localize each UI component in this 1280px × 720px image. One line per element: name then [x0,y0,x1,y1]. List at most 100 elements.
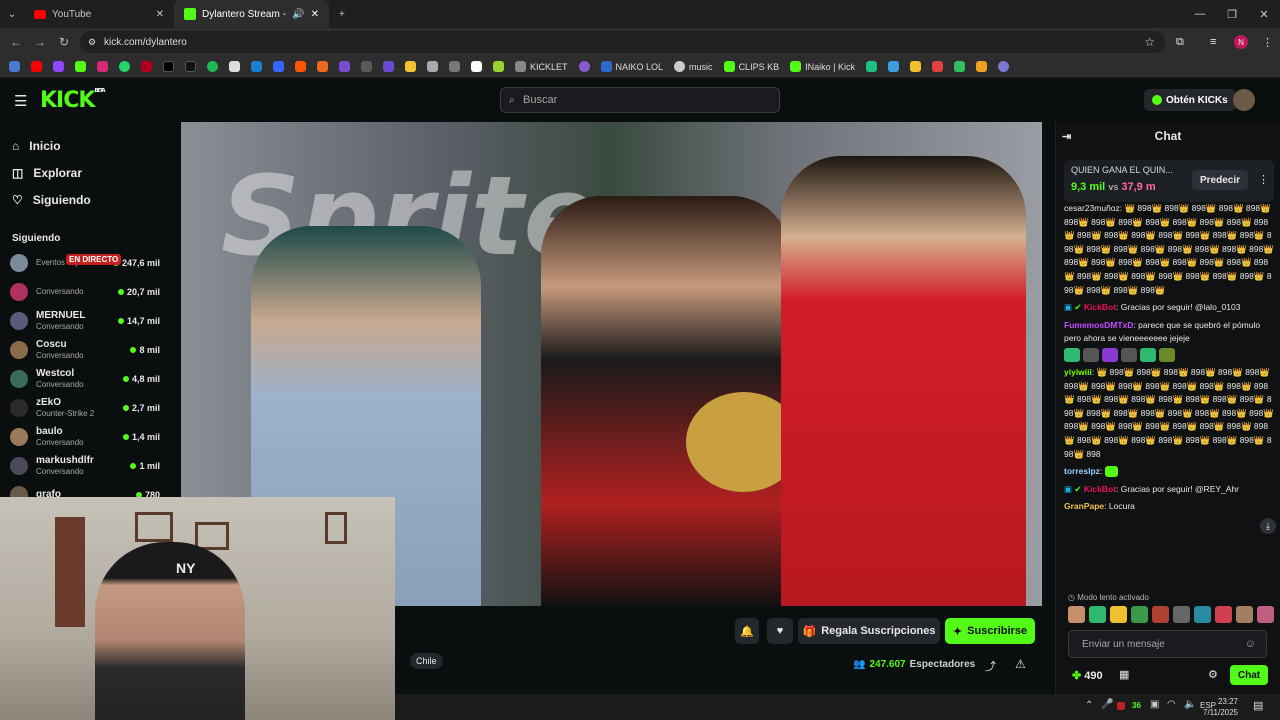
user-avatar[interactable] [1233,89,1255,111]
tray-app-icon[interactable] [1117,702,1125,710]
share-icon[interactable]: ⤴ [985,658,996,674]
tab-youtube[interactable]: YouTube ✕ [24,0,174,28]
bookmark-kicklet[interactable]: KICKLET [512,58,571,76]
bookmark-inaiko-kick[interactable]: INaiko | Kick [787,58,858,76]
scroll-to-bottom-icon[interactable]: ⤓ [1260,518,1276,534]
bookmark-naiko-lol[interactable]: NAIKO LOL [598,58,667,76]
apps-icon[interactable] [6,58,23,76]
sidebar-channel[interactable]: baulo Conversando 1,4 mil [0,422,170,451]
bookmark-kick-icon[interactable] [72,58,89,76]
bookmark-icon[interactable] [358,58,375,76]
bookmark-icon[interactable] [863,58,880,76]
emote-icon[interactable] [1089,606,1106,623]
bookmark-icon[interactable] [138,58,155,76]
volume-icon[interactable]: 🔈 [1184,699,1196,710]
menu-icon[interactable]: ⋮ [1262,36,1273,49]
tray-app-icon[interactable]: ▣ [1150,699,1159,710]
sidebar-channel[interactable]: MERNUEL Conversando 14,7 mil [0,306,170,335]
microphone-icon[interactable]: 🎤 [1101,699,1113,710]
bookmark-x-icon[interactable] [160,58,177,76]
bookmark-icon[interactable] [402,58,419,76]
bookmark-icon[interactable] [446,58,463,76]
bookmark-icon[interactable] [576,58,593,76]
clock[interactable]: 23:27 7/11/2025 [1203,696,1238,718]
tag-chile[interactable]: Chile [410,653,443,669]
bookmark-icon[interactable] [314,58,331,76]
sidebar-channel[interactable]: Conversando 20,7 mil [0,277,170,306]
bookmark-spotify-icon[interactable] [204,58,221,76]
bookmark-instagram-icon[interactable] [94,58,111,76]
bookmark-icon[interactable] [951,58,968,76]
sidebar-channel[interactable]: zEkO Counter-Strike 2 2,7 mil [0,393,170,422]
bookmark-whatsapp-icon[interactable] [116,58,133,76]
sidebar-item-home[interactable]: ⌂ Inicio [12,132,158,159]
new-tab-button[interactable]: + [329,0,355,28]
emote-icon[interactable] [1257,606,1274,623]
bookmark-icon[interactable] [270,58,287,76]
chat-message-input[interactable]: Enviar un mensaje ☺ [1068,630,1267,658]
bookmark-music[interactable]: music [671,58,716,76]
sidebar-channel[interactable]: markushdlfr Conversando 1 mil [0,451,170,480]
emote-icon[interactable] [1110,606,1127,623]
extensions-icon[interactable]: ⧉ [1176,36,1184,49]
gift-subs-button[interactable]: 🎁 Regala Suscripciones [798,618,940,644]
close-window-icon[interactable]: ✕ [1248,0,1280,28]
get-kicks-button[interactable]: Obtén KICKs [1144,89,1236,111]
bookmark-clips-kb[interactable]: CLIPS KB [721,58,783,76]
reload-icon[interactable]: ↻ [52,35,76,49]
search-input[interactable]: ⌕ Buscar [500,87,780,113]
channel-points[interactable]: ✤ 490 [1072,669,1103,683]
tray-number[interactable]: 36 [1132,701,1141,710]
sidebar-channel[interactable]: Westcol Conversando 4,8 mil [0,364,170,393]
emote-icon[interactable] [1215,606,1232,623]
minimize-icon[interactable]: — [1184,0,1216,28]
profile-avatar[interactable]: N [1234,35,1248,49]
collapse-chat-icon[interactable]: ⇥ [1062,130,1071,143]
bookmark-icon[interactable] [490,58,507,76]
bookmark-icon[interactable] [292,58,309,76]
back-icon[interactable]: ← [4,35,28,49]
bookmark-icon[interactable] [226,58,243,76]
sidebar-item-explore[interactable]: ◫ Explorar [12,159,158,186]
bookmark-icon[interactable] [973,58,990,76]
tab-menu-button[interactable]: ⌄ [0,0,24,28]
emote-icon[interactable] [1236,606,1253,623]
report-icon[interactable]: ⚠ [1015,657,1026,671]
bookmark-twitch-icon[interactable] [50,58,67,76]
sidebar-item-following[interactable]: ♡ Siguiendo [12,186,158,213]
kick-logo[interactable]: KICKBETA [40,88,106,113]
emote-icon[interactable] [1068,606,1085,623]
bookmark-tiktok-icon[interactable] [182,58,199,76]
emote-icon[interactable] [1173,606,1190,623]
bookmark-icon[interactable] [248,58,265,76]
close-icon[interactable]: ✕ [311,9,319,20]
bookmark-icon[interactable] [885,58,902,76]
notifications-icon[interactable]: ▤ [1253,699,1263,712]
bookmark-icon[interactable] [336,58,353,76]
forward-icon[interactable]: → [28,35,52,49]
bookmark-icon[interactable] [907,58,924,76]
wifi-icon[interactable]: ◠ [1167,699,1176,710]
prediction-banner[interactable]: QUIEN GANA EL QUIN... 9,3 mil vs 37,9 m … [1064,160,1274,202]
gift-icon[interactable]: ▦ [1119,668,1129,681]
bookmark-icon[interactable] [468,58,485,76]
emoji-picker-icon[interactable]: ☺ [1245,638,1256,650]
star-icon[interactable]: ☆ [1144,35,1155,49]
speaker-icon[interactable]: 🔊 [292,9,304,20]
site-info-icon[interactable]: ⚙ [88,37,96,48]
close-icon[interactable]: ✕ [156,9,164,20]
tab-kick[interactable]: Dylantero Stream - Watch L 🔊 ✕ [174,0,329,28]
tray-chevron-icon[interactable]: ⌃ [1085,700,1093,711]
bookmark-icon[interactable] [995,58,1012,76]
restore-icon[interactable]: ❐ [1216,0,1248,28]
bookmark-icon[interactable] [929,58,946,76]
notification-bell-button[interactable]: 🔔 [735,618,759,644]
emote-icon[interactable] [1194,606,1211,623]
subscribe-button[interactable]: ✦ Suscribirse [945,618,1035,644]
emote-icon[interactable] [1131,606,1148,623]
sidebar-channel[interactable]: Coscu Conversando 8 mil [0,335,170,364]
emote-icon[interactable] [1152,606,1169,623]
hamburger-menu-icon[interactable]: ☰ [14,92,27,110]
send-chat-button[interactable]: Chat [1230,665,1268,685]
settings-icon[interactable]: ⚙ [1208,668,1218,681]
